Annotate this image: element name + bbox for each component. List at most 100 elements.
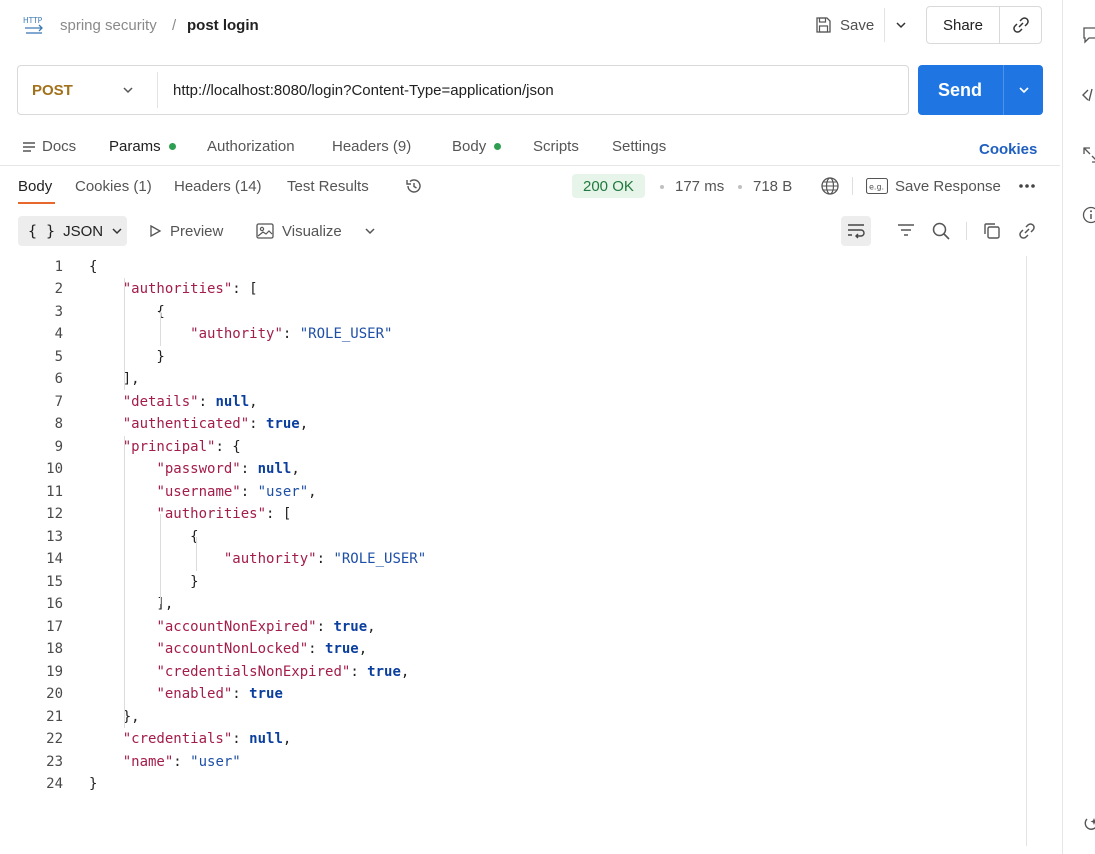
json-boolean: true	[325, 641, 359, 657]
code-text: ],	[89, 371, 140, 387]
code-line: 13 {	[0, 526, 1025, 548]
tab-scripts[interactable]: Scripts	[533, 138, 579, 155]
code-text: "authority": "ROLE_USER"	[190, 326, 393, 342]
visualize-label: Visualize	[282, 222, 342, 240]
line-number: 16	[46, 596, 63, 612]
expand-icon[interactable]	[1082, 146, 1095, 164]
comments-icon[interactable]	[1082, 26, 1095, 44]
code-text: "credentialsNonExpired": true,	[156, 664, 410, 680]
code-text: {	[89, 304, 165, 320]
url-input[interactable]: http://localhost:8080/login?Content-Type…	[173, 66, 554, 114]
code-line: 3 {	[0, 301, 1025, 323]
chevron-down-icon	[363, 224, 377, 238]
line-number: 1	[54, 259, 63, 275]
method-select[interactable]: POST	[18, 66, 158, 114]
tab-docs[interactable]: Docs	[22, 138, 76, 155]
code-line: 21 },	[0, 706, 1025, 728]
postman-main: HTTP spring security / post login Save S…	[0, 0, 1060, 854]
code-line: 17 "accountNonExpired": true,	[0, 616, 1025, 638]
code-line: 16 ],	[0, 593, 1025, 615]
image-icon	[256, 222, 274, 240]
code-text: "accountNonExpired": true,	[156, 619, 376, 635]
info-icon[interactable]	[1082, 206, 1095, 224]
json-string: "user"	[190, 754, 241, 770]
chevron-down-icon	[894, 18, 908, 32]
line-number: 9	[54, 439, 63, 455]
tab-response-headers[interactable]: Headers (14)	[174, 178, 262, 195]
json-key: "authorities"	[156, 506, 267, 522]
send-group: Send	[918, 65, 1043, 115]
filter-icon[interactable]	[896, 222, 916, 240]
visualize-options-button[interactable]	[363, 216, 377, 246]
code-text: "authority": "ROLE_USER"	[223, 551, 427, 567]
copy-link-button[interactable]	[1000, 7, 1042, 43]
code-line: 8 "authenticated": true,	[0, 413, 1025, 435]
line-number: 19	[46, 664, 63, 680]
format-select[interactable]: { } JSON	[18, 216, 127, 246]
line-number: 18	[46, 641, 63, 657]
code-text: "credentials": null,	[122, 731, 292, 747]
response-body-editor[interactable]: 1{ 2 "authorities": [ 3 { 4 "authority":…	[0, 256, 1025, 816]
tab-authorization[interactable]: Authorization	[207, 138, 295, 155]
chevron-down-icon	[111, 225, 123, 237]
tab-params[interactable]: Params	[109, 138, 176, 155]
share-button[interactable]: Share	[927, 7, 999, 43]
code-icon[interactable]	[1082, 86, 1095, 104]
tab-headers[interactable]: Headers (9)	[332, 138, 411, 155]
docs-icon	[22, 141, 36, 153]
line-number: 21	[46, 709, 63, 725]
save-response-button[interactable]: Save Response	[895, 178, 1001, 195]
modified-indicator	[494, 143, 502, 150]
code-line: 19 "credentialsNonExpired": true,	[0, 661, 1025, 683]
breadcrumb-request-name[interactable]: post login	[187, 17, 259, 34]
tab-settings[interactable]: Settings	[612, 138, 666, 155]
code-text: "authorities": [	[156, 506, 292, 522]
line-number: 7	[54, 394, 63, 410]
divider	[157, 72, 158, 108]
tab-label: Authorization	[207, 138, 295, 155]
code-line: 22 "credentials": null,	[0, 728, 1025, 750]
copy-icon[interactable]	[982, 221, 1002, 241]
save-button[interactable]: Save	[810, 8, 878, 42]
preview-button[interactable]: Preview	[148, 216, 223, 246]
search-icon[interactable]	[931, 221, 951, 241]
tab-response-cookies[interactable]: Cookies (1)	[75, 178, 152, 195]
save-options-button[interactable]	[888, 8, 914, 42]
breadcrumb-collection[interactable]: spring security	[60, 17, 157, 34]
code-line: 5 }	[0, 346, 1025, 368]
tab-body[interactable]: Body	[452, 138, 502, 155]
json-string: "ROLE_USER"	[333, 551, 427, 567]
visualize-button[interactable]: Visualize	[256, 216, 342, 246]
json-key: "password"	[156, 461, 241, 477]
tab-test-results[interactable]: Test Results	[287, 178, 369, 195]
divider	[852, 177, 853, 195]
tab-response-body[interactable]: Body	[18, 178, 52, 195]
line-number: 12	[46, 506, 63, 522]
more-options-icon[interactable]	[1018, 179, 1038, 193]
send-options-button[interactable]	[1004, 65, 1043, 115]
code-line: 14 "authority": "ROLE_USER"	[0, 548, 1025, 570]
send-button[interactable]: Send	[918, 65, 1002, 115]
line-number: 8	[54, 416, 63, 432]
json-key: "name"	[122, 754, 174, 770]
wrap-icon	[846, 222, 866, 240]
scrollbar-track[interactable]	[1026, 256, 1027, 846]
cookies-link[interactable]: Cookies	[979, 141, 1037, 158]
status-badge[interactable]: 200 OK	[572, 174, 645, 198]
link-icon[interactable]	[1017, 221, 1037, 241]
share-group: Share	[926, 6, 1042, 44]
json-null: null	[215, 394, 250, 410]
response-time[interactable]: 177 ms	[675, 178, 724, 195]
globe-icon[interactable]	[820, 176, 840, 196]
chevron-down-icon	[120, 82, 136, 98]
ai-assistant-icon[interactable]	[1082, 816, 1095, 834]
code-line: 1{	[0, 256, 1025, 278]
json-key: "authority"	[223, 551, 317, 567]
json-key: "username"	[156, 484, 241, 500]
wrap-lines-button[interactable]	[841, 216, 871, 246]
tab-label: Scripts	[533, 138, 579, 155]
code-line: 24}	[0, 773, 1025, 795]
format-label: JSON	[63, 222, 104, 240]
history-icon[interactable]	[404, 176, 424, 196]
response-size[interactable]: 718 B	[753, 178, 792, 195]
